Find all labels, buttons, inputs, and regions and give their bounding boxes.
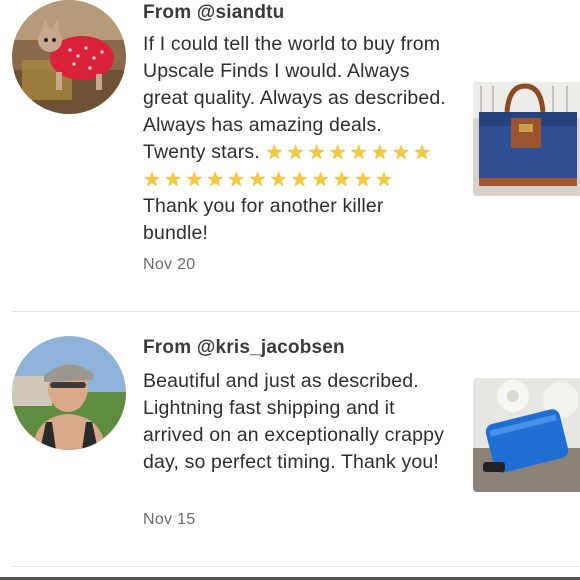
star-icon: ★: [286, 142, 305, 164]
review-card: From @kris_jacobsen Beautiful and just a…: [0, 312, 580, 572]
review-divider: [12, 566, 580, 567]
reviewer-handle[interactable]: From @siandtu: [143, 2, 284, 24]
review-card: From @siandtu If I could tell the world …: [0, 0, 580, 310]
review-text: If I could tell the world to buy from Up…: [143, 31, 448, 247]
star-icon: ★: [164, 169, 183, 191]
star-icon: ★: [370, 142, 389, 164]
reviews-page: From @siandtu If I could tell the world …: [0, 0, 580, 580]
star-icon: ★: [311, 169, 330, 191]
star-icon: ★: [391, 142, 411, 164]
star-icon: ★: [269, 169, 288, 191]
tote-bag-photo-icon: [473, 82, 580, 196]
review-date: Nov 20: [143, 256, 196, 273]
person-photo-icon: [12, 336, 126, 450]
review-photo-thumbnail[interactable]: [473, 378, 580, 492]
star-icon: ★: [375, 169, 394, 191]
cat-photo-icon: [12, 0, 126, 114]
review-text-part: Thank you for another killer bundle!: [143, 195, 384, 244]
review-photo-thumbnail[interactable]: [473, 82, 580, 196]
review-date: Nov 15: [143, 511, 196, 528]
star-icon: ★: [143, 169, 162, 191]
star-icon: ★: [349, 142, 368, 164]
star-icon: ★: [353, 169, 373, 191]
star-icon: ★: [265, 142, 284, 164]
star-icon: ★: [328, 142, 347, 164]
star-icon: ★: [185, 169, 204, 191]
reviewer-avatar[interactable]: [12, 0, 126, 114]
wallet-photo-icon: [473, 378, 580, 492]
star-icon: ★: [206, 169, 225, 191]
star-icon: ★: [290, 169, 309, 191]
star-icon: ★: [307, 142, 326, 164]
star-icon: ★: [332, 169, 351, 191]
review-text: Beautiful and just as described. Lightni…: [143, 370, 445, 473]
star-icon: ★: [248, 169, 267, 191]
star-icon: ★: [413, 142, 432, 164]
reviewer-handle[interactable]: From @kris_jacobsen: [143, 337, 345, 359]
reviewer-avatar[interactable]: [12, 336, 126, 450]
star-icon: ★: [227, 169, 246, 191]
